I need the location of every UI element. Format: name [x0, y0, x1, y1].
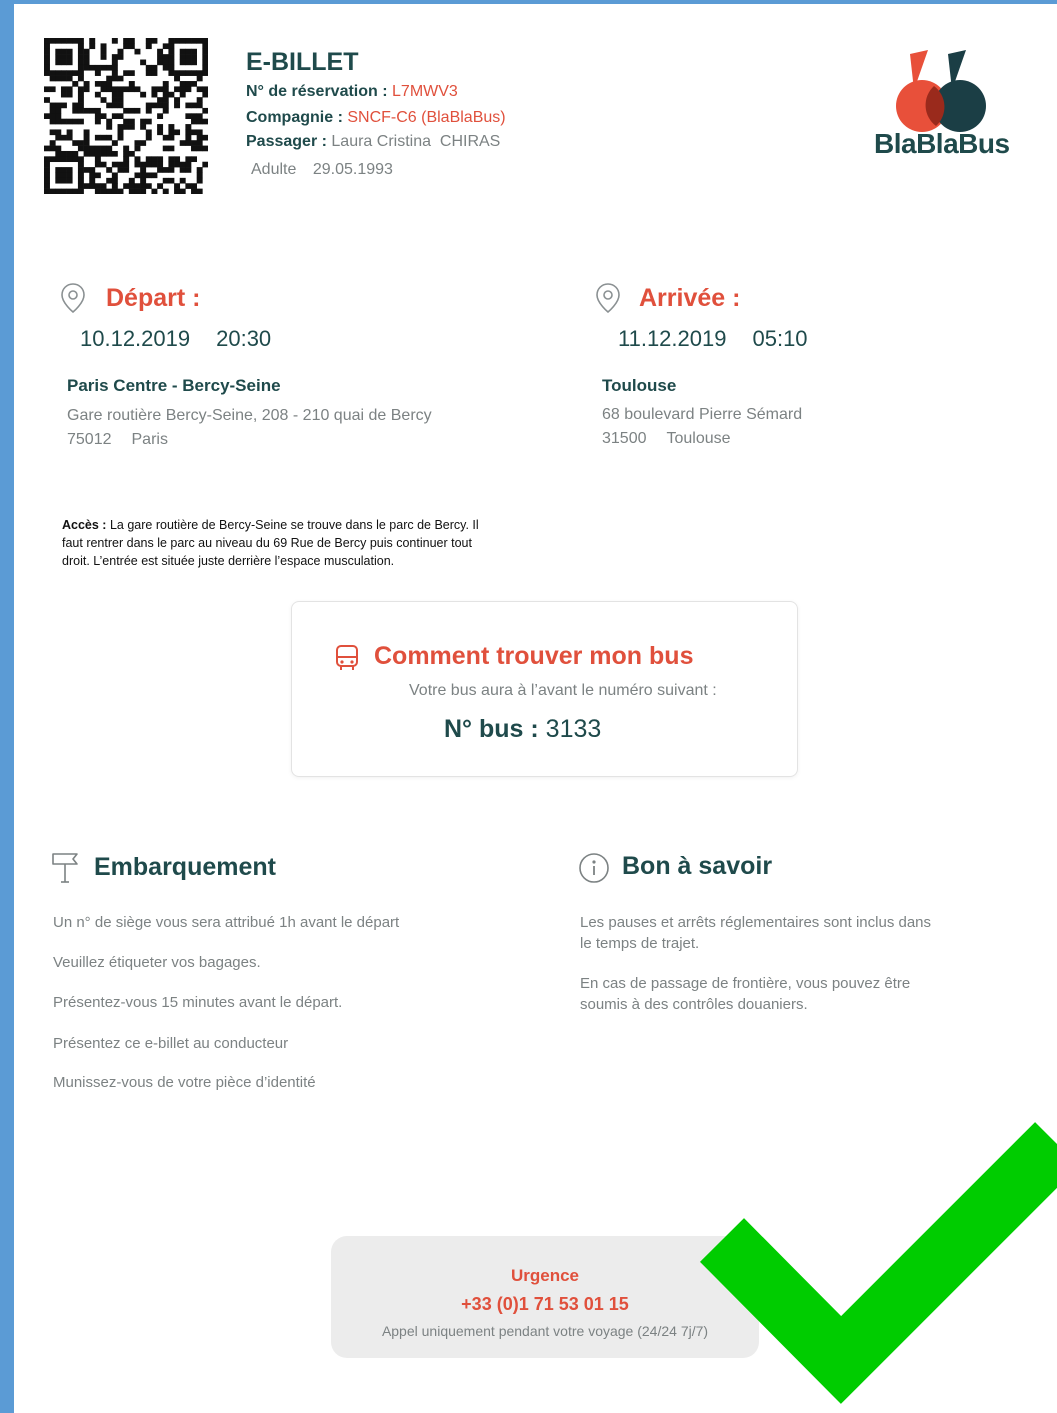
access-text: La gare routière de Bercy-Seine se trouv… — [62, 518, 479, 568]
departure-station: Paris Centre - Bercy-Seine — [67, 376, 281, 395]
passenger-type: Adulte — [251, 161, 297, 178]
departure-time: 20:30 — [216, 326, 272, 351]
signpost-icon — [52, 853, 78, 883]
arrival-datetime: 11.12.2019 05:10 — [618, 326, 808, 352]
arrival-address: 68 boulevard Pierre Sémard 31500 Toulouse — [602, 403, 802, 451]
passenger-name: Laura Cristina CHIRAS — [331, 133, 501, 150]
reservation-label: N° de réservation : — [246, 83, 388, 100]
find-bus-box: Comment trouver mon bus Votre bus aura à… — [291, 601, 798, 777]
find-bus-subtitle: Votre bus aura à l’avant le numéro suiva… — [409, 682, 717, 699]
boarding-item: Un n° de siège vous sera attribué 1h ava… — [53, 914, 400, 931]
bus-number-line: N° bus : 3133 — [444, 715, 601, 744]
good-to-know-text: le temps de trajet. — [580, 935, 700, 952]
arrival-postal-code: 31500 — [602, 430, 647, 447]
departure-postal-code: 75012 — [67, 431, 112, 448]
boarding-item: Présentez ce e-billet au conducteur — [53, 1035, 289, 1052]
bus-number: 3133 — [545, 715, 602, 743]
reservation-line: N° de réservation : L7MWV3 — [246, 83, 458, 101]
ticket-title: E-BILLET — [246, 48, 359, 76]
arrival-time: 05:10 — [752, 326, 808, 351]
boarding-heading: Embarquement — [94, 853, 276, 881]
departure-city: Paris — [131, 431, 168, 448]
find-bus-heading: Comment trouver mon bus — [374, 642, 694, 670]
good-to-know-text: Les pauses et arrêts réglementaires sont… — [580, 914, 932, 931]
qr-code-icon — [44, 38, 208, 194]
boarding-item: Présentez-vous 15 minutes avant le dépar… — [53, 994, 343, 1011]
departure-address: Gare routière Bercy-Seine, 208 - 210 qua… — [67, 404, 432, 452]
good-to-know-paragraph: Les pauses et arrêts réglementaires sont… — [580, 912, 931, 954]
company-name: SNCF-C6 (BlaBlaBus) — [347, 109, 506, 126]
good-to-know-heading: Bon à savoir — [622, 852, 773, 880]
passenger-info-line: Adulte 29.05.1993 — [251, 161, 393, 179]
boarding-item: Munissez-vous de votre pièce d’identité — [53, 1074, 316, 1091]
good-to-know-text: soumis à des contrôles douaniers. — [580, 996, 808, 1013]
boarding-item: Veuillez étiqueter vos bagages. — [53, 954, 261, 971]
passenger-label: Passager : — [246, 133, 327, 150]
reservation-number: L7MWV3 — [392, 83, 458, 100]
passenger-line: Passager : Laura Cristina CHIRAS — [246, 133, 500, 151]
access-note: Accès : La gare routière de Bercy-Seine … — [62, 516, 502, 570]
e-ticket-page: E-BILLET N° de réservation : L7MWV3 Comp… — [14, 4, 1057, 1413]
good-to-know-text: En cas de passage de frontière, vous pou… — [580, 975, 911, 992]
company-line: Compagnie : SNCF-C6 (BlaBlaBus) — [246, 109, 506, 127]
arrival-city: Toulouse — [666, 430, 731, 447]
company-label: Compagnie : — [246, 109, 343, 126]
bus-number-label: N° bus : — [444, 715, 539, 743]
departure-address-line: Gare routière Bercy-Seine, 208 - 210 qua… — [67, 407, 432, 424]
arrival-date: 11.12.2019 — [618, 326, 727, 351]
location-pin-icon — [61, 283, 85, 314]
checkmark-icon — [699, 1122, 1057, 1404]
access-label: Accès : — [62, 518, 107, 532]
departure-date: 10.12.2019 — [80, 326, 191, 351]
arrival-heading: Arrivée : — [639, 284, 741, 312]
arrival-station: Toulouse — [602, 376, 677, 395]
location-pin-icon — [596, 283, 620, 314]
birth-date: 29.05.1993 — [312, 161, 393, 178]
good-to-know-paragraph: En cas de passage de frontière, vous pou… — [580, 973, 910, 1015]
departure-datetime: 10.12.2019 20:30 — [80, 326, 271, 352]
departure-heading: Départ : — [106, 284, 201, 312]
arrival-address-line: 68 boulevard Pierre Sémard — [602, 406, 803, 423]
info-icon — [579, 853, 609, 883]
bus-icon — [336, 645, 358, 670]
logo-text: BlaBlaBus — [874, 128, 1010, 159]
